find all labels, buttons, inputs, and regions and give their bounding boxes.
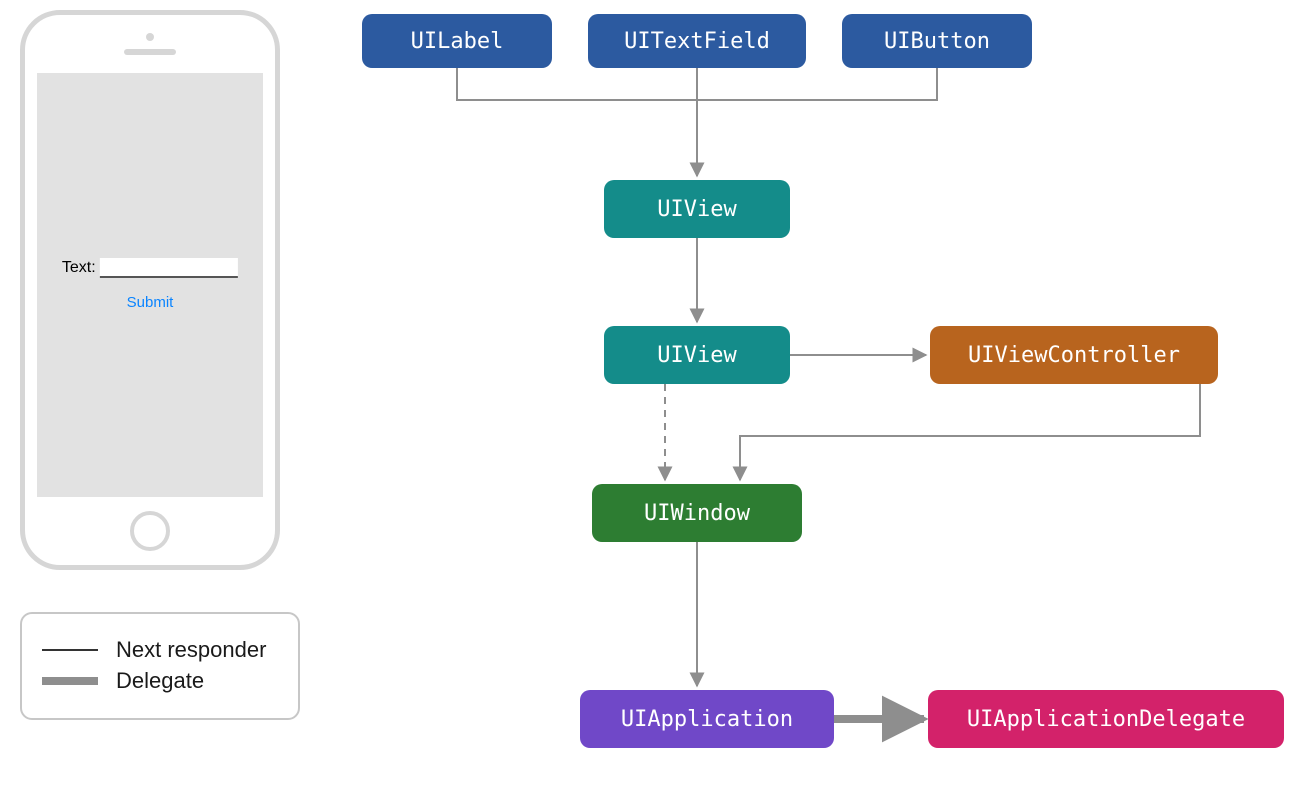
phone-home-button[interactable] — [130, 511, 170, 551]
submit-button[interactable]: Submit — [127, 294, 174, 311]
legend: Next responder Delegate — [20, 612, 300, 720]
edge-uibutton-merge — [697, 68, 937, 100]
node-uilabel: UILabel — [362, 14, 552, 68]
node-uiview-1: UIView — [604, 180, 790, 238]
legend-next-responder-swatch — [42, 649, 98, 651]
phone-speaker — [124, 49, 176, 55]
edge-uiviewcontroller-uiwindow — [740, 384, 1200, 480]
text-field[interactable] — [100, 258, 238, 278]
text-label: Text: — [62, 259, 96, 277]
node-uiapplicationdelegate: UIApplicationDelegate — [928, 690, 1284, 748]
node-uiwindow: UIWindow — [592, 484, 802, 542]
legend-delegate-swatch — [42, 677, 98, 685]
node-uiview-2: UIView — [604, 326, 790, 384]
phone-form: Text: Submit — [62, 258, 238, 312]
iphone-mockup: Text: Submit — [20, 10, 280, 570]
phone-camera-dot — [146, 33, 154, 41]
node-uitextfield: UITextField — [588, 14, 806, 68]
legend-delegate-label: Delegate — [116, 668, 204, 694]
node-uiviewcontroller: UIViewController — [930, 326, 1218, 384]
legend-next-responder-label: Next responder — [116, 638, 266, 662]
edge-uilabel-merge — [457, 68, 697, 100]
node-uiapplication: UIApplication — [580, 690, 834, 748]
node-uibutton: UIButton — [842, 14, 1032, 68]
phone-screen: Text: Submit — [37, 73, 263, 497]
